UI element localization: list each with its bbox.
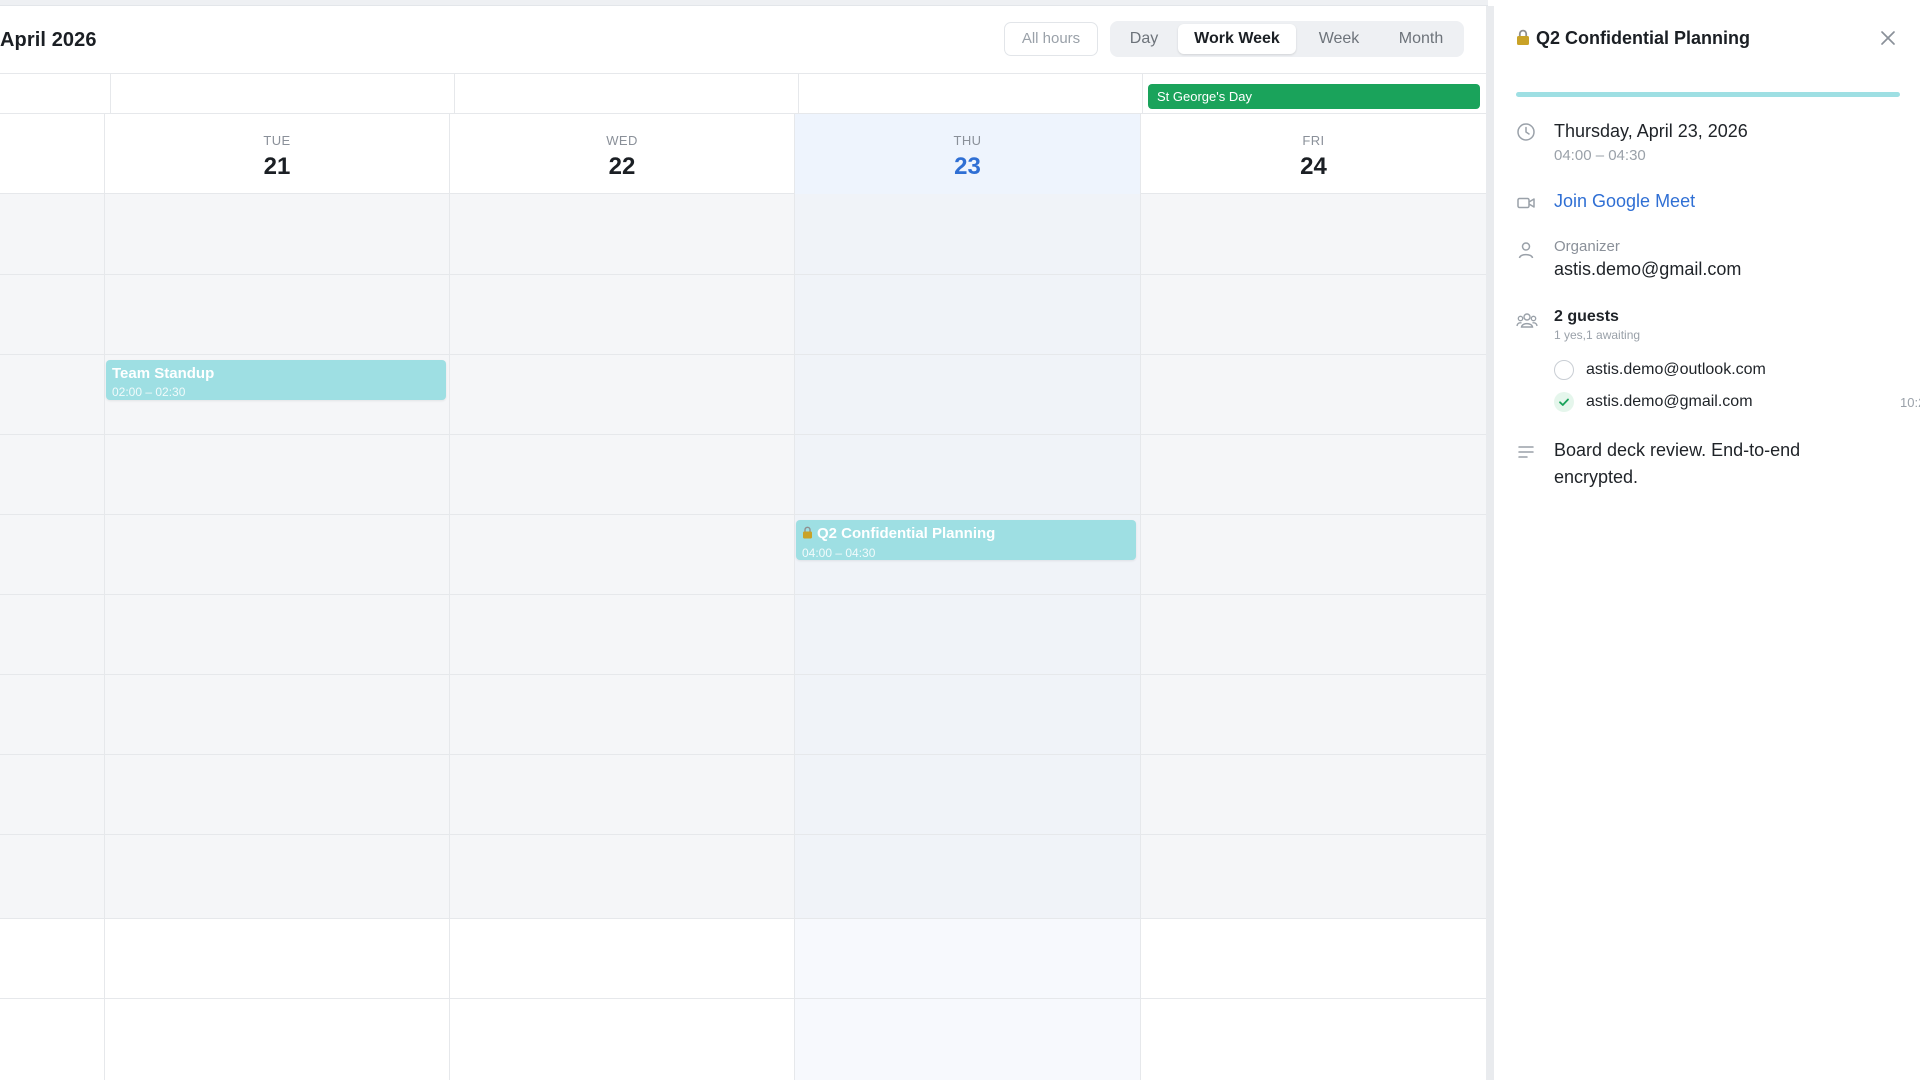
day-of-week: TUE [263,133,291,148]
all-day-row: St George's Day [0,74,1486,114]
event-team-standup[interactable]: Team Standup 02:00 – 02:30 [106,360,446,400]
day-of-week: THU [953,133,982,148]
day-column-fri[interactable] [1140,194,1486,1080]
day-number: 21 [263,153,291,180]
guest-response-time: 10:29 PM [1900,395,1920,410]
event-time: 02:00 – 02:30 [112,385,186,399]
guests-count: 2 guests [1554,308,1619,325]
all-day-divider [1142,74,1143,114]
event-detail-panel: Q2 Confidential Planning Thursday, April… [1494,0,1920,1080]
day-header-row: TUE 21 WED 22 THU 23 FRI 24 [0,114,1486,194]
guest-row[interactable]: astis.demo@gmail.com 10:29 PM [1554,391,1920,413]
organizer-email: astis.demo@gmail.com [1554,259,1742,279]
day-column-wed[interactable] [449,194,794,1080]
day-header-tue[interactable]: TUE 21 [104,114,449,194]
event-title: Q2 Confidential Planning [817,525,996,542]
panel-title-text: Q2 Confidential Planning [1536,28,1751,48]
day-column-tue[interactable] [104,194,449,1080]
description-icon [1516,442,1536,462]
guest-email: astis.demo@outlook.com [1586,361,1766,378]
hour-line [0,674,1486,675]
hour-line [0,918,1486,919]
view-month-button[interactable]: Month [1382,24,1460,54]
lock-icon [1516,29,1530,51]
day-of-week: WED [606,133,638,148]
day-header-thu-today[interactable]: THU 23 [794,114,1140,194]
time-gutter [0,194,104,1080]
view-day-button[interactable]: Day [1114,24,1174,54]
join-meet-link[interactable]: Join Google Meet [1554,191,1695,212]
all-day-divider [798,74,799,114]
view-work-week-button[interactable]: Work Week [1178,24,1296,54]
hour-line [0,354,1486,355]
calendar-view: April 2026 All hours Day Work Week Week … [0,6,1486,1080]
guests-summary: 1 yes,1 awaiting [1554,328,1641,342]
check-icon [1554,392,1574,412]
day-header-wed[interactable]: WED 22 [449,114,794,194]
event-time: 04:00 – 04:30 [802,546,876,560]
organizer-label: Organizer [1554,238,1620,255]
guest-status-awaiting [1554,360,1574,380]
day-column-thu[interactable] [794,194,1140,1080]
view-switcher: Day Work Week Week Month [1110,21,1464,57]
hour-line [0,274,1486,275]
time-grid: Team Standup 02:00 – 02:30 Q2 Confidenti… [0,194,1486,1080]
hour-line [0,594,1486,595]
hour-line [0,514,1486,515]
day-number: 23 [954,153,981,180]
month-title: April 2026 [0,29,97,51]
panel-title: Q2 Confidential Planning [1516,28,1750,51]
event-color-bar [1516,92,1900,97]
hour-line [0,998,1486,999]
event-q2-confidential-planning[interactable]: Q2 Confidential Planning 04:00 – 04:30 [796,520,1136,560]
day-of-week: FRI [1302,133,1325,148]
all-day-divider [110,74,111,114]
view-week-button[interactable]: Week [1300,24,1378,54]
day-header-fri[interactable]: FRI 24 [1140,114,1486,194]
guest-email: astis.demo@gmail.com [1586,393,1753,410]
event-date: Thursday, April 23, 2026 [1554,121,1748,141]
video-icon [1516,193,1536,213]
hour-line [0,834,1486,835]
event-title: Team Standup [112,365,215,382]
holiday-event[interactable]: St George's Day [1148,84,1480,109]
day-number: 24 [1300,153,1327,180]
event-time-range: 04:00 – 04:30 [1554,147,1646,164]
day-number: 22 [608,153,636,180]
calendar-header: April 2026 All hours Day Work Week Week … [0,6,1486,74]
group-icon [1516,310,1538,330]
all-hours-button[interactable]: All hours [1004,22,1098,56]
hour-line [0,754,1486,755]
hour-line [0,434,1486,435]
all-day-divider [454,74,455,114]
person-icon [1516,240,1536,260]
clock-icon [1516,122,1536,142]
event-description: Board deck review. End-to-end encrypted. [1554,440,1801,487]
panel-divider[interactable] [1486,6,1494,1080]
guest-row[interactable]: astis.demo@outlook.com [1554,359,1914,381]
close-icon[interactable] [1878,28,1898,48]
lock-icon [802,526,813,543]
